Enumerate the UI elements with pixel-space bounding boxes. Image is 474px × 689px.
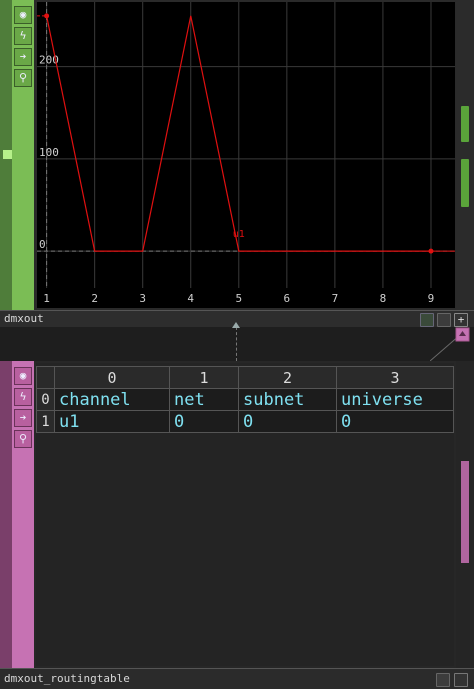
bug-icon[interactable]: ⚲ [14, 430, 32, 448]
dat-scroll-thumb-upper[interactable] [461, 461, 469, 521]
channel-graph: 01002001 2 3 4 5 6 7 8 9u1 [37, 2, 455, 305]
squiggle-icon[interactable]: ϟ [14, 388, 32, 406]
dat-scroll-thumb-lower[interactable] [461, 515, 469, 563]
table-header-row: 0 1 2 3 [36, 366, 454, 389]
table-cell[interactable]: 0 [336, 410, 454, 433]
row-header[interactable]: 0 [36, 388, 55, 411]
x-tick-label: 6 [284, 292, 291, 305]
table-cell[interactable]: net [169, 388, 239, 411]
corner-cell [36, 366, 55, 389]
chop-side-toolbar: ◉ ϟ ➔ ⚲ [12, 0, 34, 310]
table-row: 0 channel net subnet universe [36, 388, 454, 411]
bypass-button[interactable] [437, 313, 451, 327]
x-tick-label: 7 [332, 292, 339, 305]
bypass-button[interactable] [454, 673, 468, 687]
arrow-right-icon[interactable]: ➔ [14, 48, 32, 66]
series-label: u1 [233, 229, 245, 240]
wire-arrow-icon [232, 322, 240, 328]
dat-node-left-edge[interactable] [0, 361, 12, 668]
column-header[interactable]: 3 [336, 366, 454, 389]
column-header[interactable]: 2 [238, 366, 337, 389]
row-header[interactable]: 1 [36, 410, 55, 433]
routing-table: 0 1 2 3 0 channel net subnet universe 1 … [36, 366, 454, 433]
connection-wire[interactable] [236, 327, 237, 361]
node-name-label[interactable]: dmxout_routingtable [4, 671, 130, 687]
dat-right-strip [456, 361, 474, 668]
y-tick-label: 100 [39, 146, 59, 159]
output-wire-icon [430, 327, 470, 361]
x-tick-label: 9 [428, 292, 435, 305]
node-name-label[interactable]: dmxout [4, 311, 44, 327]
x-tick-label: 4 [187, 292, 194, 305]
chop-scroll-thumb-upper[interactable] [461, 106, 469, 142]
table-cell[interactable]: 0 [238, 410, 337, 433]
x-tick-label: 2 [91, 292, 98, 305]
table-cell[interactable]: 0 [169, 410, 239, 433]
squiggle-icon[interactable]: ϟ [14, 27, 32, 45]
add-icon[interactable]: + [454, 313, 468, 327]
dat-label-bar: dmxout_routingtable [0, 668, 474, 689]
viewer-toggle-button[interactable] [420, 313, 434, 327]
target-icon[interactable]: ◉ [14, 367, 32, 385]
x-tick-label: 1 [43, 292, 50, 305]
dat-viewer[interactable]: 0 1 2 3 0 channel net subnet universe 1 … [36, 363, 454, 666]
x-tick-label: 8 [380, 292, 387, 305]
chop-viewer[interactable]: 0 100 200 1 2 3 4 5 6 7 8 9 u1 [37, 2, 455, 308]
series-end-point [428, 248, 434, 254]
y-tick-label: 0 [39, 238, 46, 251]
network-wire-area [0, 327, 474, 361]
series-start-point [44, 13, 50, 19]
table-row: 1 u1 0 0 0 [36, 410, 454, 433]
viewer-toggle-button[interactable] [436, 673, 450, 687]
column-header[interactable]: 0 [54, 366, 170, 389]
bug-icon[interactable]: ⚲ [14, 69, 32, 87]
table-cell[interactable]: channel [54, 388, 170, 411]
x-tick-label: 3 [139, 292, 146, 305]
x-tick-label: 5 [235, 292, 242, 305]
column-header[interactable]: 1 [169, 366, 239, 389]
dat-side-toolbar: ◉ ϟ ➔ ⚲ [12, 361, 34, 668]
table-cell[interactable]: u1 [54, 410, 170, 433]
chop-right-strip [456, 0, 474, 310]
table-cell[interactable]: subnet [238, 388, 337, 411]
target-icon[interactable]: ◉ [14, 6, 32, 24]
table-cell[interactable]: universe [336, 388, 454, 411]
chop-scroll-thumb-lower[interactable] [461, 159, 469, 207]
arrow-right-icon[interactable]: ➔ [14, 409, 32, 427]
